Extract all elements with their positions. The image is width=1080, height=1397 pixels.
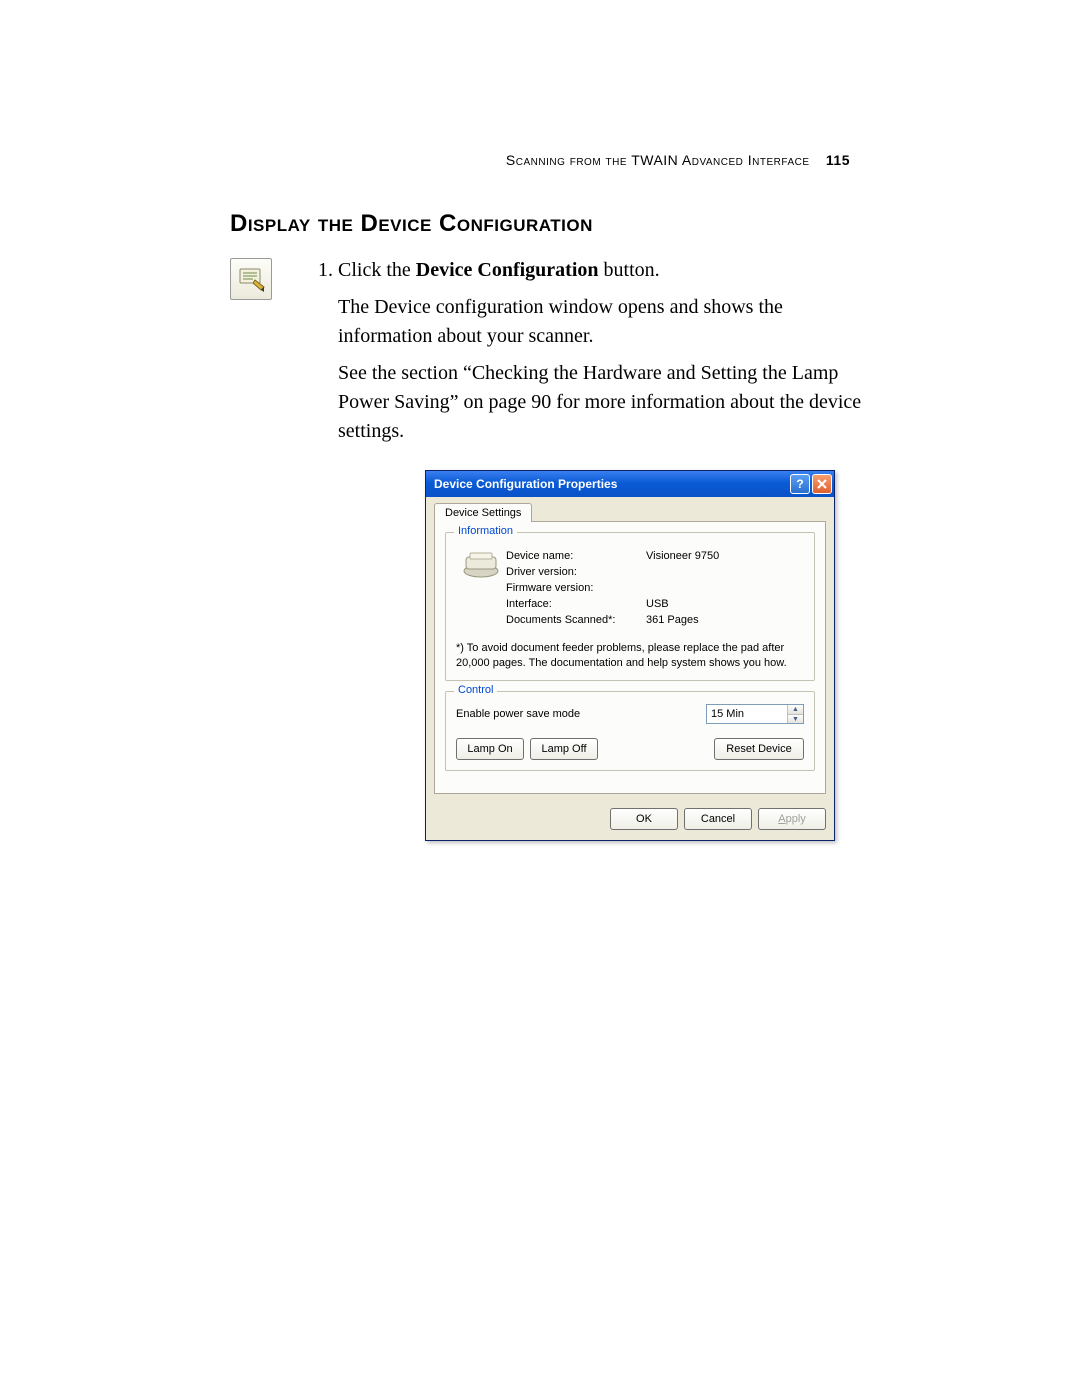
info-value: USB [646,597,804,613]
info-row: Firmware version: [506,581,804,597]
lamp-off-button[interactable]: Lamp Off [530,738,598,760]
info-value: Visioneer 9750 [646,549,804,565]
reset-device-button[interactable]: Reset Device [714,738,804,760]
tab-device-settings[interactable]: Device Settings [434,503,532,522]
tab-strip: Device Settings [434,503,826,522]
tab-panel: Information [434,521,826,794]
info-table: Device name: Visioneer 9750 Driver versi… [506,549,804,629]
power-save-label: Enable power save mode [456,708,580,720]
page-number: 115 [826,152,850,168]
close-icon [817,479,827,489]
info-row: Device name: Visioneer 9750 [506,549,804,565]
control-groupbox: Control Enable power save mode ▲ ▼ [445,691,815,771]
groupbox-legend: Information [454,525,517,537]
cancel-button[interactable]: Cancel [684,808,752,830]
running-header: Scanning from the TWAIN Advanced Interfa… [506,152,850,168]
help-button[interactable]: ? [790,474,810,494]
dialog-body: Device Settings Information [426,497,834,802]
apply-label-rest: pply [786,813,806,825]
ok-button[interactable]: OK [610,808,678,830]
scanner-icon [456,549,506,629]
step-list: Click the Device Configuration button. [310,256,870,285]
step-text-bold: Device Configuration [416,259,599,281]
apply-label: A [778,813,785,825]
paragraph: See the section “Checking the Hardware a… [338,359,870,446]
info-label: Driver version: [506,565,646,581]
groupbox-legend: Control [454,684,497,696]
info-label: Device name: [506,549,646,565]
information-groupbox: Information [445,532,815,681]
information-content: Device name: Visioneer 9750 Driver versi… [456,549,804,629]
spin-buttons: ▲ ▼ [787,705,803,723]
spin-up-button[interactable]: ▲ [788,705,803,714]
control-button-row: Lamp On Lamp Off Reset Device [456,738,804,760]
info-label: Interface: [506,597,646,613]
device-configuration-dialog: Device Configuration Properties ? [425,470,835,841]
apply-button[interactable]: Apply [758,808,826,830]
titlebar: Device Configuration Properties ? [426,471,834,497]
step-item: Click the Device Configuration button. [338,256,870,285]
info-row: Interface: USB [506,597,804,613]
paragraph: The Device configuration window opens an… [338,293,870,351]
power-save-input[interactable] [707,705,787,723]
device-configuration-icon [230,258,272,300]
close-button[interactable] [812,474,832,494]
lamp-on-button[interactable]: Lamp On [456,738,524,760]
window-title: Device Configuration Properties [434,477,790,491]
dialog-screenshot: Device Configuration Properties ? [425,470,835,841]
spin-down-button[interactable]: ▼ [788,714,803,724]
info-label: Documents Scanned*: [506,613,646,629]
running-head-text: Scanning from the TWAIN Advanced Interfa… [506,152,810,168]
footnote: *) To avoid document feeder problems, pl… [456,641,804,671]
power-save-row: Enable power save mode ▲ ▼ [456,704,804,724]
step-text-suffix: button. [599,259,660,281]
document-page: Scanning from the TWAIN Advanced Interfa… [0,0,1080,1397]
info-value [646,581,804,597]
dialog-footer: OK Cancel Apply [426,802,834,840]
step-text-prefix: Click the [338,259,416,281]
info-row: Driver version: [506,565,804,581]
info-label: Firmware version: [506,581,646,597]
info-value [646,565,804,581]
info-row: Documents Scanned*: 361 Pages [506,613,804,629]
info-value: 361 Pages [646,613,804,629]
section-body: Click the Device Configuration button. T… [230,256,870,841]
title-buttons: ? [790,474,832,494]
section-heading: Display the Device Configuration [230,210,870,238]
power-save-spinbox[interactable]: ▲ ▼ [706,704,804,724]
